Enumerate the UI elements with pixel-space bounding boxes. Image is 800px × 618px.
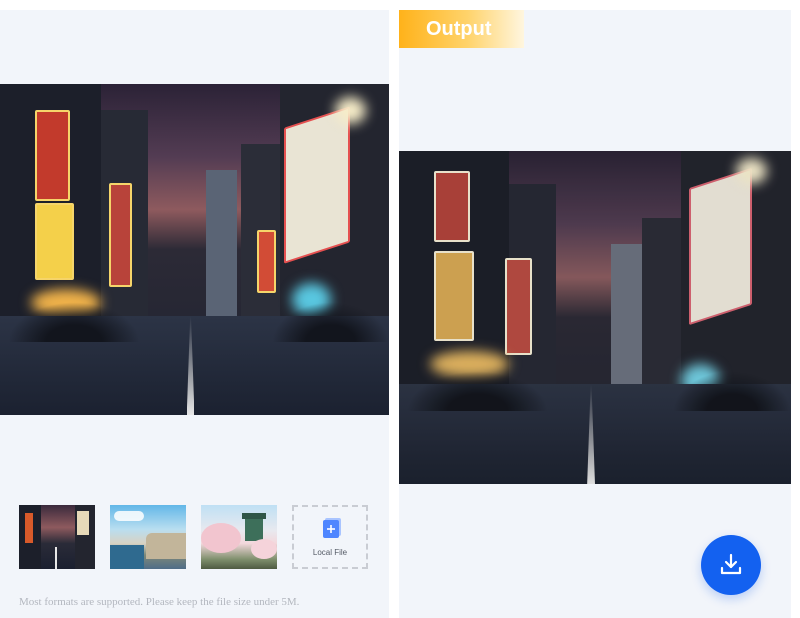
input-panel: Local File Most formats are supported. P…: [0, 10, 389, 618]
crowd: [7, 302, 141, 343]
neon-sign: [35, 110, 71, 201]
thumb-blossom: [201, 523, 241, 553]
format-hint: Most formats are supported. Please keep …: [19, 596, 300, 608]
crowd: [673, 370, 791, 411]
thumbnail-night-street[interactable]: [19, 505, 95, 569]
neon-sign: [434, 170, 470, 242]
thumb-cloud: [114, 511, 144, 521]
input-image: [0, 84, 389, 415]
tower: [206, 170, 238, 316]
neon-sign: [689, 167, 752, 326]
thumb-castle-roof: [242, 513, 266, 519]
output-panel: Output: [399, 10, 791, 618]
crowd: [272, 302, 389, 343]
crowd: [406, 370, 548, 411]
output-image: [399, 151, 791, 484]
thumbnail-castle-cherry-blossom[interactable]: [201, 505, 277, 569]
thumb-sea: [110, 545, 144, 569]
output-badge: Output: [399, 10, 524, 48]
file-plus-icon: [323, 518, 341, 538]
local-file-button[interactable]: Local File: [292, 505, 368, 569]
thumb-sign: [25, 513, 33, 543]
neon-sign: [108, 183, 133, 287]
local-file-label: Local File: [312, 548, 348, 557]
street-lamp: [334, 97, 366, 124]
neon-sign: [256, 229, 277, 294]
photo-effect-tool: Local File Most formats are supported. P…: [0, 0, 800, 618]
download-icon: [720, 553, 742, 575]
thumb-city: [146, 533, 186, 559]
thumb-blossom: [251, 539, 277, 559]
tower: [610, 244, 643, 385]
neon-sign: [35, 203, 74, 280]
neon-sign: [504, 257, 533, 355]
thumbnail-coastal-city[interactable]: [110, 505, 186, 569]
thumb-lane: [55, 547, 57, 569]
thumb-sign: [77, 511, 89, 535]
download-button[interactable]: [701, 535, 761, 595]
neon-sign: [283, 106, 351, 265]
neon-sign: [434, 250, 474, 342]
